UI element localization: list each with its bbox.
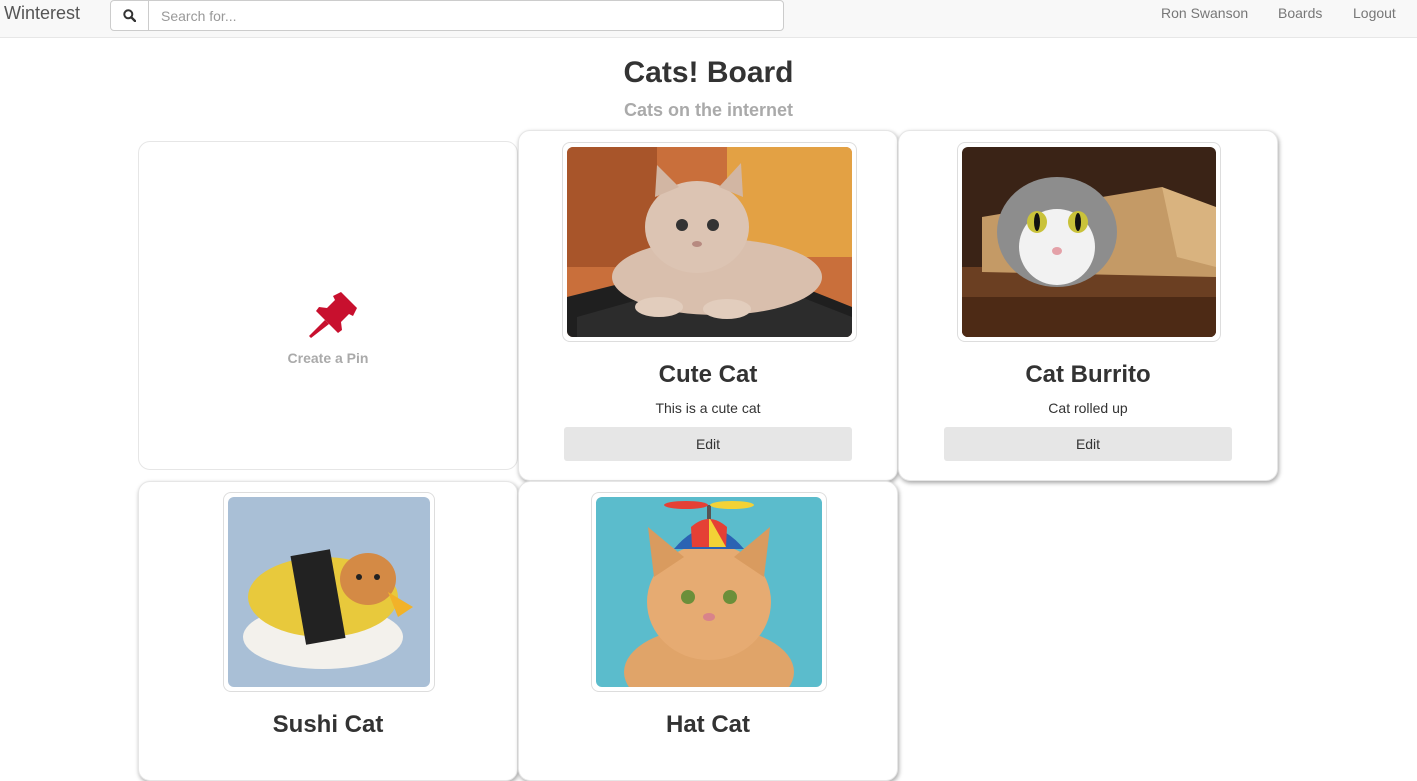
board-subtitle: Cats on the internet	[623, 100, 793, 120]
pin-image-cat-burrito[interactable]	[957, 142, 1221, 342]
create-pin-card[interactable]: Create a Pin	[138, 141, 518, 470]
pin-title: Cat Burrito	[1025, 361, 1151, 388]
cat-photo	[596, 497, 822, 687]
edit-button[interactable]: Edit	[564, 427, 852, 461]
pin-image-cute-cat[interactable]	[562, 142, 857, 342]
pushpin-icon	[309, 292, 357, 338]
pin-card-cute-cat[interactable]: Cute Cat This is a cute cat Edit	[518, 130, 898, 481]
edit-button[interactable]: Edit	[944, 427, 1232, 461]
pin-description: This is a cute cat	[655, 400, 761, 416]
pin-description: Cat rolled up	[1048, 400, 1128, 416]
search-group	[110, 0, 784, 31]
board-title: Cats! Board	[623, 56, 794, 89]
pin-image-hat-cat[interactable]	[591, 492, 827, 692]
search-button[interactable]	[110, 0, 149, 31]
cat-photo	[962, 147, 1216, 337]
pin-image-sushi-cat[interactable]	[223, 492, 435, 692]
nav-boards-link[interactable]: Boards	[1278, 5, 1322, 21]
nav-user-link[interactable]: Ron Swanson	[1161, 5, 1248, 21]
navbar: Winterest Ron Swanson Boards Logout	[0, 0, 1417, 38]
search-input[interactable]	[148, 0, 784, 31]
cat-photo	[567, 147, 852, 337]
search-icon	[123, 9, 136, 22]
pin-title: Cute Cat	[658, 361, 758, 388]
create-pin-label: Create a Pin	[287, 350, 369, 366]
pin-card-cat-burrito[interactable]: Cat Burrito Cat rolled up Edit	[898, 130, 1278, 481]
pin-card-hat-cat[interactable]: Hat Cat	[518, 481, 898, 781]
pin-card-sushi-cat[interactable]: Sushi Cat	[138, 481, 518, 781]
nav-logout-link[interactable]: Logout	[1353, 5, 1396, 21]
brand-logo[interactable]: Winterest	[4, 3, 80, 24]
cat-photo	[228, 497, 430, 687]
